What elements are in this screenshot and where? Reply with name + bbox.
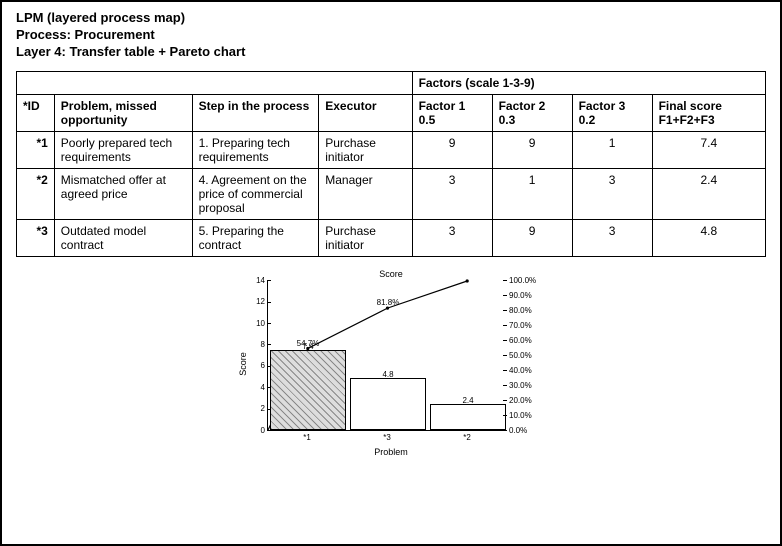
bar-value-label: 4.8 bbox=[382, 370, 393, 379]
cell-executor: Manager bbox=[319, 168, 412, 219]
group-factors: Factors (scale 1-3-9) bbox=[412, 71, 765, 94]
col-f1: Factor 1 0.5 bbox=[412, 94, 492, 131]
y2-tick: 0.0% bbox=[509, 426, 549, 435]
document-frame: LPM (layered process map) Process: Procu… bbox=[0, 0, 782, 546]
plot-area: 7.454.7%4.881.8%2.4 bbox=[267, 281, 507, 431]
cell-f1: 9 bbox=[412, 131, 492, 168]
cumulative-pct-label: 54.7% bbox=[297, 339, 320, 348]
cell-f2: 9 bbox=[492, 219, 572, 256]
cell-f2: 9 bbox=[492, 131, 572, 168]
y2-tick: 80.0% bbox=[509, 306, 549, 315]
cell-step: 5. Preparing the contract bbox=[192, 219, 319, 256]
y2-tick: 70.0% bbox=[509, 321, 549, 330]
col-id: *ID bbox=[17, 94, 55, 131]
header: LPM (layered process map) Process: Procu… bbox=[16, 10, 766, 61]
table-row: *3 Outdated model contract 5. Preparing … bbox=[17, 219, 766, 256]
title-line-3: Layer 4: Transfer table + Pareto chart bbox=[16, 44, 766, 61]
col-f1-weight: 0.5 bbox=[419, 113, 486, 127]
x-tick: *3 bbox=[383, 433, 391, 442]
cell-step: 1. Preparing tech requirements bbox=[192, 131, 319, 168]
y2-tick: 30.0% bbox=[509, 381, 549, 390]
col-problem: Problem, missed opportunity bbox=[54, 94, 192, 131]
title-line-1: LPM (layered process map) bbox=[16, 10, 766, 27]
col-step: Step in the process bbox=[192, 94, 319, 131]
col-f3: Factor 3 0.2 bbox=[572, 94, 652, 131]
bar bbox=[270, 350, 347, 429]
cell-f1: 3 bbox=[412, 168, 492, 219]
group-empty bbox=[17, 71, 413, 94]
cell-problem: Mismatched offer at agreed price bbox=[54, 168, 192, 219]
col-executor: Executor bbox=[319, 94, 412, 131]
cell-problem: Outdated model contract bbox=[54, 219, 192, 256]
col-final: Final score F1+F2+F3 bbox=[652, 94, 765, 131]
col-final-sub: F1+F2+F3 bbox=[659, 113, 759, 127]
bar bbox=[350, 378, 427, 429]
x-axis-label: Problem bbox=[231, 447, 551, 457]
cell-f3: 3 bbox=[572, 219, 652, 256]
y2-tick: 10.0% bbox=[509, 411, 549, 420]
cell-id: *3 bbox=[17, 219, 55, 256]
bar bbox=[430, 404, 507, 430]
cell-step: 4. Agreement on the price of commercial … bbox=[192, 168, 319, 219]
cell-final: 7.4 bbox=[652, 131, 765, 168]
y2-tick: 50.0% bbox=[509, 351, 549, 360]
cell-f3: 1 bbox=[572, 131, 652, 168]
y2-tick: 90.0% bbox=[509, 291, 549, 300]
chart-title: Score bbox=[231, 269, 551, 279]
table-header-row: *ID Problem, missed opportunity Step in … bbox=[17, 94, 766, 131]
cell-final: 2.4 bbox=[652, 168, 765, 219]
y2-tick: 40.0% bbox=[509, 366, 549, 375]
cell-id: *1 bbox=[17, 131, 55, 168]
y-tick: 12 bbox=[241, 297, 265, 306]
y2-tick: 100.0% bbox=[509, 276, 549, 285]
y2-tick: 60.0% bbox=[509, 336, 549, 345]
cell-f3: 3 bbox=[572, 168, 652, 219]
col-f1-name: Factor 1 bbox=[419, 99, 486, 113]
cell-executor: Purchase initiator bbox=[319, 219, 412, 256]
transfer-table: Factors (scale 1-3-9) *ID Problem, misse… bbox=[16, 71, 766, 257]
cell-problem: Poorly prepared tech requirements bbox=[54, 131, 192, 168]
col-f3-weight: 0.2 bbox=[579, 113, 646, 127]
y-tick: 0 bbox=[241, 426, 265, 435]
chart-plot: Score 7.454.7%4.881.8%2.4 024681012140.0… bbox=[231, 281, 551, 447]
col-f2-name: Factor 2 bbox=[499, 99, 566, 113]
cell-id: *2 bbox=[17, 168, 55, 219]
col-f2: Factor 2 0.3 bbox=[492, 94, 572, 131]
y-tick: 10 bbox=[241, 319, 265, 328]
table-row: *2 Mismatched offer at agreed price 4. A… bbox=[17, 168, 766, 219]
bar-value-label: 2.4 bbox=[462, 396, 473, 405]
x-tick: *2 bbox=[463, 433, 471, 442]
y-tick: 2 bbox=[241, 404, 265, 413]
col-f3-name: Factor 3 bbox=[579, 99, 646, 113]
table-header-group-row: Factors (scale 1-3-9) bbox=[17, 71, 766, 94]
cumulative-pct-label: 81.8% bbox=[377, 298, 400, 307]
x-tick: *1 bbox=[303, 433, 311, 442]
title-line-2: Process: Procurement bbox=[16, 27, 766, 44]
y-tick: 8 bbox=[241, 340, 265, 349]
col-f2-weight: 0.3 bbox=[499, 113, 566, 127]
y-tick: 14 bbox=[241, 276, 265, 285]
cell-f1: 3 bbox=[412, 219, 492, 256]
cell-final: 4.8 bbox=[652, 219, 765, 256]
cell-f2: 1 bbox=[492, 168, 572, 219]
table-row: *1 Poorly prepared tech requirements 1. … bbox=[17, 131, 766, 168]
y-tick: 4 bbox=[241, 383, 265, 392]
col-final-name: Final score bbox=[659, 99, 759, 113]
y2-tick: 20.0% bbox=[509, 396, 549, 405]
cell-executor: Purchase initiator bbox=[319, 131, 412, 168]
pareto-chart: Score Score 7.454.7%4.881.8%2.4 02468101… bbox=[231, 269, 551, 457]
y-tick: 6 bbox=[241, 361, 265, 370]
